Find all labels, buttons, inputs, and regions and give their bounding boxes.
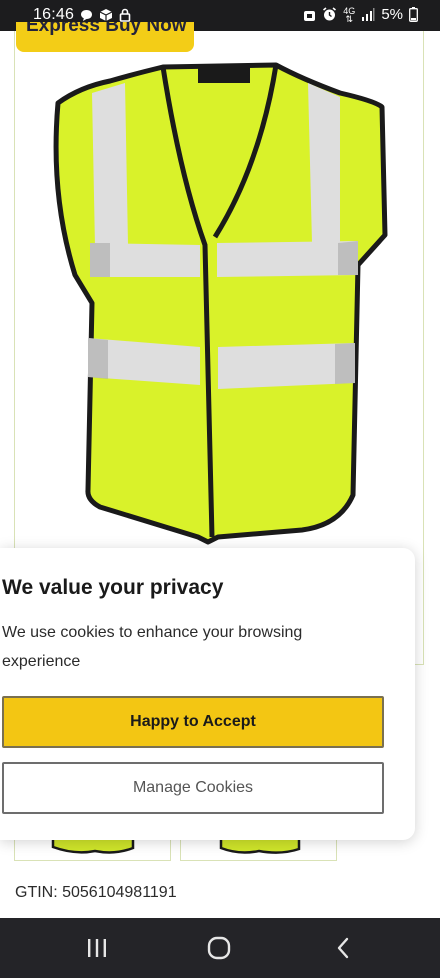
battery-icon — [409, 7, 418, 22]
express-buy-now-label: Express Buy Now — [26, 22, 187, 36]
notification-icons — [80, 8, 131, 22]
cookie-description: We use cookies to enhance your browsing … — [2, 624, 303, 670]
network-4g-icon: 4G ⇅ — [343, 5, 356, 24]
accept-cookies-button[interactable]: Happy to Accept — [2, 696, 384, 748]
express-buy-now-badge[interactable]: Express Buy Now — [16, 22, 194, 52]
alarm-lock-icon — [304, 10, 316, 21]
package-icon — [99, 9, 113, 21]
cookie-title: We value your privacy — [2, 576, 224, 599]
chat-icon — [81, 9, 92, 21]
lock-icon — [119, 8, 131, 22]
navigation-bar — [0, 918, 440, 978]
battery-percent: 5% — [381, 6, 403, 23]
recents-icon[interactable] — [84, 936, 110, 960]
signal-icon — [362, 8, 375, 21]
gtin-text: GTIN: 5056104981191 — [15, 884, 177, 901]
alarm-icon — [323, 7, 337, 21]
back-icon[interactable] — [332, 936, 358, 960]
manage-cookies-button[interactable]: Manage Cookies — [2, 762, 384, 814]
home-icon[interactable] — [206, 936, 232, 960]
system-icons: 4G ⇅ 5% — [303, 6, 418, 23]
cookie-consent-panel: We value your privacy We use cookies to … — [0, 548, 415, 840]
product-vest-image[interactable] — [40, 55, 400, 545]
